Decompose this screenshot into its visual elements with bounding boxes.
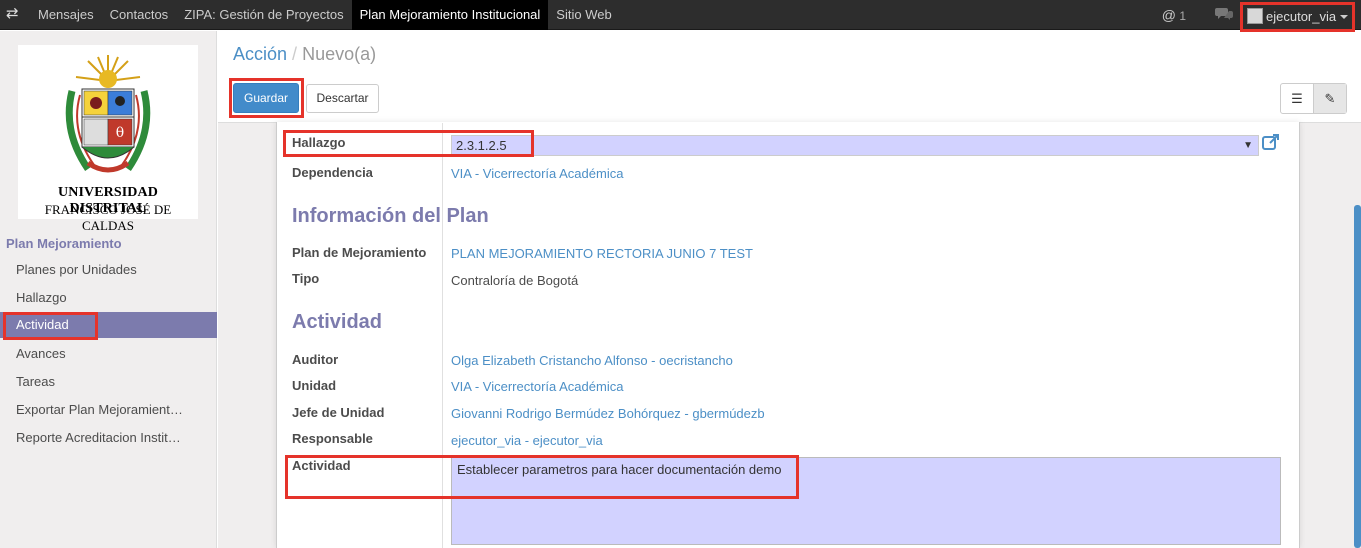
top-navbar: ⇄ Mensajes Contactos ZIPA: Gestión de Pr… bbox=[0, 0, 1361, 32]
menu-zipa[interactable]: ZIPA: Gestión de Proyectos bbox=[176, 0, 351, 30]
scrollbar[interactable] bbox=[1354, 205, 1361, 548]
tipo-label: Tipo bbox=[292, 271, 320, 286]
sidebar-item-planes[interactable]: Planes por Unidades bbox=[0, 257, 217, 283]
university-logo: θ UNIVERSIDAD DISTRITAL FRANCISCO JOSÉ D… bbox=[18, 45, 198, 233]
avatar bbox=[1247, 8, 1263, 24]
breadcrumb-current: Nuevo(a) bbox=[302, 44, 377, 64]
menu-sitio-web[interactable]: Sitio Web bbox=[548, 0, 619, 30]
sidebar-item-tareas[interactable]: Tareas bbox=[0, 369, 217, 395]
at-icon: @ bbox=[1161, 7, 1176, 23]
sidebar-item-exportar[interactable]: Exportar Plan Mejoramient… bbox=[0, 397, 217, 423]
dependencia-value[interactable]: VIA - Vicerrectoría Académica bbox=[451, 166, 623, 181]
chevron-down-icon bbox=[1340, 15, 1349, 19]
notification-count: 1 bbox=[1179, 9, 1186, 23]
sidebar-item-hallazgo[interactable]: Hallazgo bbox=[0, 285, 217, 311]
menu-contactos[interactable]: Contactos bbox=[102, 0, 177, 30]
sidebar-item-avances[interactable]: Avances bbox=[0, 341, 217, 367]
view-switcher: ☰ ✎ bbox=[1280, 83, 1347, 114]
dependencia-label: Dependencia bbox=[292, 165, 373, 180]
responsable-value[interactable]: ejecutor_via - ejecutor_via bbox=[451, 433, 603, 448]
sidebar-section-title: Plan Mejoramiento bbox=[6, 236, 122, 251]
list-view-icon[interactable]: ☰ bbox=[1281, 84, 1313, 113]
breadcrumb: Acción / Nuevo(a) bbox=[233, 44, 376, 65]
user-menu[interactable]: ejecutor_via bbox=[1240, 2, 1355, 32]
breadcrumb-separator: / bbox=[292, 44, 298, 64]
label-divider bbox=[442, 123, 443, 548]
section-actividad-title: Actividad bbox=[292, 311, 383, 333]
plan-label: Plan de Mejoramiento bbox=[292, 245, 427, 260]
tipo-value: Contraloría de Bogotá bbox=[451, 273, 579, 288]
section-plan-title: Información del Plan bbox=[292, 205, 489, 227]
form-view-icon[interactable]: ✎ bbox=[1313, 84, 1346, 113]
menu-mensajes[interactable]: Mensajes bbox=[30, 0, 102, 30]
external-link-icon[interactable] bbox=[1262, 133, 1280, 151]
logo-line2: FRANCISCO JOSÉ DE CALDAS bbox=[44, 202, 172, 233]
sidebar: θ UNIVERSIDAD DISTRITAL FRANCISCO JOSÉ D… bbox=[0, 31, 217, 548]
hallazgo-label: Hallazgo bbox=[292, 135, 346, 150]
discard-button[interactable]: Descartar bbox=[306, 84, 379, 113]
actividad-textarea[interactable]: Establecer parametros para hacer documen… bbox=[451, 457, 1281, 545]
sidebar-item-reporte[interactable]: Reporte Acreditacion Instit… bbox=[0, 425, 217, 451]
save-button[interactable]: Guardar bbox=[233, 83, 299, 113]
dropdown-arrow-icon[interactable]: ▼ bbox=[1243, 136, 1253, 155]
auditor-value[interactable]: Olga Elizabeth Cristancho Alfonso - oecr… bbox=[451, 353, 733, 368]
notifications[interactable]: @ 1 bbox=[1162, 0, 1186, 30]
menu-plan-mejoramiento[interactable]: Plan Mejoramiento Institucional bbox=[351, 0, 549, 30]
actividad-label: Actividad bbox=[292, 458, 351, 473]
chat-icon[interactable] bbox=[1215, 7, 1233, 21]
svg-text:θ: θ bbox=[116, 125, 124, 141]
top-menu: Mensajes Contactos ZIPA: Gestión de Proy… bbox=[30, 0, 620, 30]
hallazgo-select[interactable]: 2.3.1.2.5 ▼ bbox=[451, 135, 1259, 156]
sidebar-item-actividad[interactable]: Actividad bbox=[0, 312, 217, 338]
unidad-value[interactable]: VIA - Vicerrectoría Académica bbox=[451, 379, 623, 394]
plan-value[interactable]: PLAN MEJORAMIENTO RECTORIA JUNIO 7 TEST bbox=[451, 246, 753, 261]
apps-switcher-icon[interactable]: ⇄ bbox=[6, 5, 22, 23]
breadcrumb-parent[interactable]: Acción bbox=[233, 44, 287, 64]
university-crest-icon: θ bbox=[65, 55, 151, 173]
user-name: ejecutor_via bbox=[1266, 9, 1337, 24]
jefe-label: Jefe de Unidad bbox=[292, 405, 385, 420]
jefe-value[interactable]: Giovanni Rodrigo Bermúdez Bohórquez - gb… bbox=[451, 406, 765, 421]
auditor-label: Auditor bbox=[292, 352, 339, 367]
responsable-label: Responsable bbox=[292, 431, 373, 446]
unidad-label: Unidad bbox=[292, 378, 337, 393]
hallazgo-value: 2.3.1.2.5 bbox=[456, 138, 507, 153]
